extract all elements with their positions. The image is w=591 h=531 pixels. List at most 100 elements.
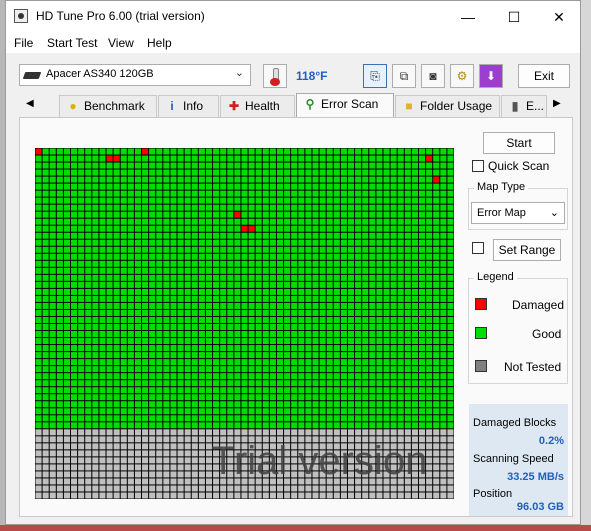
camera-button[interactable]: ◙ xyxy=(421,64,445,88)
block-good xyxy=(149,401,156,408)
block-good xyxy=(134,190,142,197)
block-good xyxy=(149,394,156,401)
block-not-tested xyxy=(170,471,177,478)
block-not-tested xyxy=(255,485,262,492)
block-good xyxy=(177,281,184,288)
block-good xyxy=(49,331,56,338)
block-good xyxy=(113,260,120,267)
minimize-button[interactable]: — xyxy=(445,1,491,33)
block-good xyxy=(71,366,78,373)
block-good xyxy=(319,155,326,162)
block-good xyxy=(78,295,85,302)
block-good xyxy=(333,288,340,295)
map-type-select[interactable]: Error Map ⌄ xyxy=(471,202,565,224)
tab-scroll-right-icon[interactable]: ▶ xyxy=(553,98,561,109)
block-good xyxy=(362,197,369,204)
menu-view[interactable]: View xyxy=(108,36,134,50)
block-not-tested xyxy=(106,450,113,457)
copy-screenshot-button[interactable]: ⧉ xyxy=(392,64,416,88)
block-good xyxy=(426,218,433,225)
block-good xyxy=(276,253,284,260)
block-good xyxy=(411,260,418,267)
copy-text-button[interactable]: ⎘ xyxy=(363,64,387,88)
block-not-tested xyxy=(191,485,198,492)
tab-info[interactable]: i Info xyxy=(158,95,219,117)
menu-help[interactable]: Help xyxy=(147,36,172,50)
drive-select[interactable]: Apacer AS340 120GB ⌄ xyxy=(19,64,251,86)
block-good xyxy=(205,316,213,323)
block-good xyxy=(120,253,127,260)
block-good xyxy=(177,359,184,366)
tab-benchmark[interactable]: ● Benchmark xyxy=(59,95,157,117)
start-button[interactable]: Start xyxy=(483,132,555,154)
tab-health[interactable]: ✚ Health xyxy=(220,95,295,117)
block-good xyxy=(355,352,362,359)
block-not-tested xyxy=(319,492,326,499)
block-good xyxy=(170,380,177,387)
tab-error-scan[interactable]: ⚲ Error Scan xyxy=(296,93,394,118)
block-good xyxy=(276,408,284,415)
menu-file[interactable]: File xyxy=(14,36,33,50)
block-good xyxy=(255,366,262,373)
temperature-button[interactable] xyxy=(263,64,287,88)
block-not-tested xyxy=(184,450,191,457)
block-good xyxy=(234,232,241,239)
block-good xyxy=(355,387,362,394)
block-good xyxy=(92,387,99,394)
block-good xyxy=(426,295,433,302)
set-range-checkbox[interactable] xyxy=(472,242,484,254)
block-good xyxy=(213,190,220,197)
block-good xyxy=(404,415,411,422)
block-good xyxy=(127,324,134,331)
block-good xyxy=(149,183,156,190)
block-good xyxy=(49,401,56,408)
block-not-tested xyxy=(113,457,120,464)
block-good xyxy=(355,218,362,225)
block-good xyxy=(92,162,99,169)
block-not-tested xyxy=(85,436,92,443)
block-good xyxy=(191,401,198,408)
close-button[interactable]: ✕ xyxy=(536,1,582,33)
block-good xyxy=(390,218,397,225)
block-good xyxy=(56,408,63,415)
block-good xyxy=(411,366,418,373)
menu-start-test[interactable]: Start Test xyxy=(47,36,97,50)
block-good xyxy=(255,204,262,211)
block-not-tested xyxy=(142,457,149,464)
block-good xyxy=(319,401,326,408)
save-download-button[interactable]: ⬇ xyxy=(479,64,503,88)
block-good xyxy=(269,394,276,401)
tab-erase[interactable]: ▮ E... xyxy=(501,95,547,117)
block-good xyxy=(347,218,355,225)
block-good xyxy=(276,204,284,211)
block-good xyxy=(426,288,433,295)
block-good xyxy=(220,176,227,183)
block-good xyxy=(284,211,291,218)
block-good xyxy=(56,148,63,155)
block-good xyxy=(49,359,56,366)
quick-scan-checkbox[interactable] xyxy=(472,160,484,172)
block-good xyxy=(92,218,99,225)
block-good xyxy=(184,380,191,387)
block-good xyxy=(291,232,298,239)
block-not-tested xyxy=(177,450,184,457)
block-good xyxy=(227,183,234,190)
block-good xyxy=(347,225,355,232)
maximize-button[interactable]: ☐ xyxy=(491,1,537,33)
block-not-tested xyxy=(56,457,63,464)
block-good xyxy=(170,295,177,302)
block-good xyxy=(198,394,205,401)
block-good xyxy=(305,246,312,253)
block-good xyxy=(99,359,106,366)
set-range-button[interactable]: Set Range xyxy=(493,239,561,261)
tab-folder-usage[interactable]: ■ Folder Usage xyxy=(395,95,500,117)
block-good xyxy=(397,302,404,309)
block-not-tested xyxy=(362,429,369,436)
exit-button[interactable]: Exit xyxy=(518,64,570,88)
block-not-tested xyxy=(326,485,333,492)
options-button[interactable]: ⚙ xyxy=(450,64,474,88)
block-good xyxy=(369,373,376,380)
block-good xyxy=(333,281,340,288)
tab-scroll-left-icon[interactable]: ◀ xyxy=(26,98,34,109)
block-good xyxy=(305,169,312,176)
